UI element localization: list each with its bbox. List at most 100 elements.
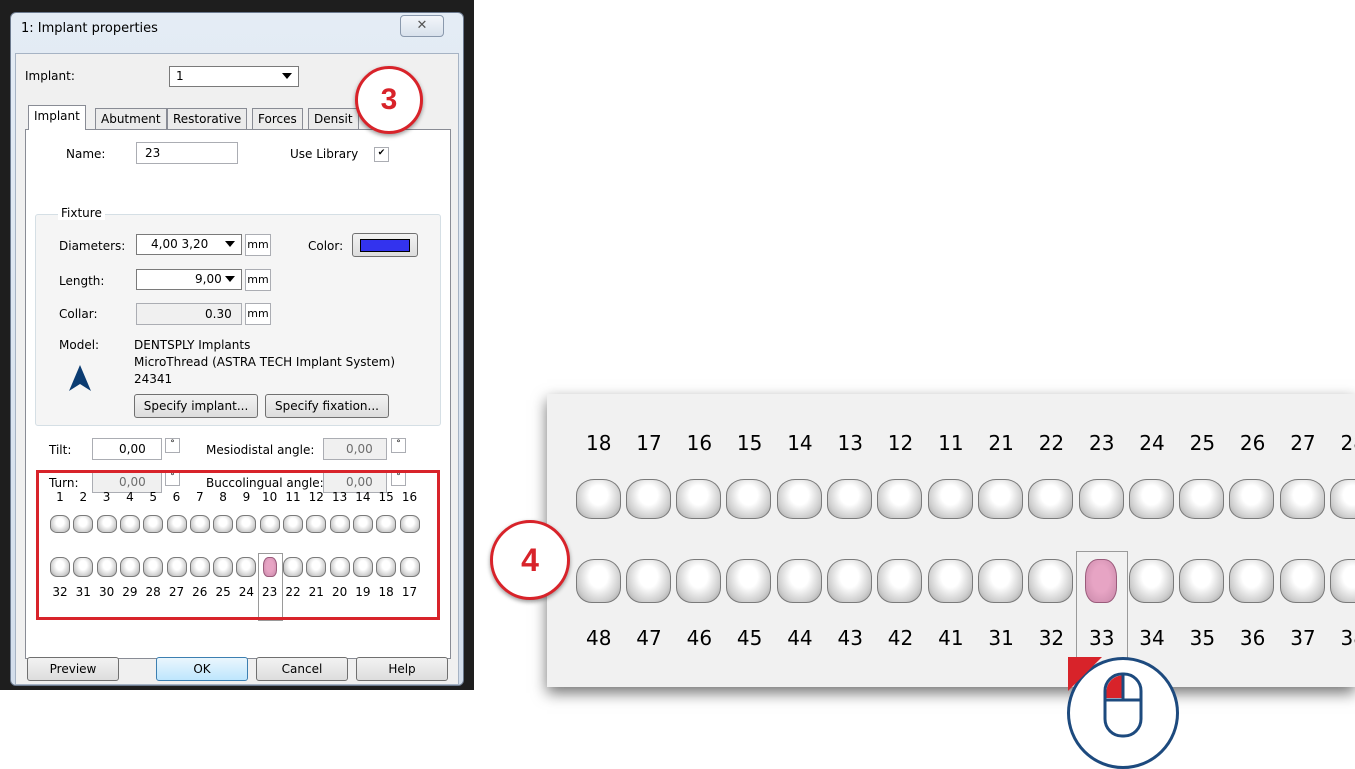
tooth-lower-43[interactable] [827,559,872,603]
specify-implant-button[interactable]: Specify implant... [134,394,258,418]
tooth-number: 27 [1290,431,1314,455]
close-button[interactable]: ✕ [400,15,444,37]
mesiodistal-value: 0,00 [346,442,373,456]
tooth-number: 46 [687,626,711,650]
tab-abutment[interactable]: Abutment [95,108,167,129]
tooth-number: 22 [1039,431,1063,455]
tooth-lower-47[interactable] [626,559,671,603]
tooth-lower-34[interactable] [1129,559,1174,603]
tooth-lower-32[interactable] [1028,559,1073,603]
tooth-lower-37[interactable] [1280,559,1325,603]
tooth-upper-13[interactable] [827,479,872,519]
tooth-number: 14 [787,431,811,455]
tooth-upper-17[interactable] [626,479,671,519]
tooth-lower-36[interactable] [1229,559,1274,603]
tilt-value: 0,00 [119,442,146,456]
tooth-lower-44[interactable] [777,559,822,603]
collar-unit: mm [245,303,271,325]
tooth-upper-24[interactable] [1129,479,1174,519]
tilt-input[interactable]: 0,00 [92,438,162,460]
dialog-title: 1: Implant properties [21,21,158,36]
tooth-number: 11 [938,431,962,455]
implant-select-value: 1 [176,69,184,83]
length-unit: mm [245,269,271,291]
model-code: 24341 [134,372,172,386]
collar-input: 0.30 [136,303,242,325]
tooth-upper-14[interactable] [777,479,822,519]
tooth-upper-11[interactable] [928,479,973,519]
name-input-value: 23 [145,146,160,160]
collar-value: 0.30 [205,307,232,321]
tooth-upper-18[interactable] [576,479,621,519]
implant-select[interactable]: 1 [169,66,299,87]
tooth-lower-38[interactable] [1330,559,1355,603]
tooth-number: 12 [888,431,912,455]
tooth-number: 44 [787,626,811,650]
tooth-upper-16[interactable] [676,479,721,519]
tooth-number: 13 [838,431,862,455]
use-library-label: Use Library [290,147,358,161]
tooth-number: 28 [1341,431,1355,455]
tooth-number: 15 [737,431,761,455]
ok-button[interactable]: OK [156,657,248,681]
specify-fixation-button[interactable]: Specify fixation... [265,394,389,418]
use-library-checkbox[interactable]: ✔ [374,147,389,162]
help-button[interactable]: Help [356,657,448,681]
tooth-upper-26[interactable] [1229,479,1274,519]
tooth-lower-45[interactable] [726,559,771,603]
tooth-upper-23[interactable] [1079,479,1124,519]
color-label: Color: [308,239,343,253]
tooth-upper-25[interactable] [1179,479,1224,519]
diameters-value: 4,00 3,20 [151,237,208,251]
diameters-unit: mm [245,234,271,256]
diameters-select[interactable]: 4,00 3,20 [136,234,242,255]
tooth-upper-21[interactable] [978,479,1023,519]
tooth-lower-41[interactable] [928,559,973,603]
model-system: MicroThread (ASTRA TECH Implant System) [134,355,395,369]
name-input[interactable]: 23 [136,142,238,164]
tooth-upper-12[interactable] [877,479,922,519]
tooth-number: 17 [636,431,660,455]
mesiodistal-label: Mesiodistal angle: [206,443,314,457]
tooth-number: 21 [988,431,1012,455]
chevron-down-icon [225,276,235,282]
length-select[interactable]: 9,00 [136,269,242,290]
mesiodistal-degree: ° [391,438,406,453]
name-label: Name: [66,147,105,161]
tooth-number: 23 [1089,431,1113,455]
tooth-upper-22[interactable] [1028,479,1073,519]
tab-density[interactable]: Densit [308,108,359,129]
color-picker-button[interactable] [352,233,418,257]
tooth-number: 34 [1139,626,1163,650]
chevron-down-icon [225,241,235,247]
close-icon: ✕ [417,18,428,33]
tab-restorative[interactable]: Restorative [167,108,247,129]
tab-implant[interactable]: Implant [28,105,86,130]
tooth-number: 24 [1139,431,1163,455]
tooth-chart-highlight-box [36,470,440,620]
dentsply-logo-icon [69,365,91,391]
tooth-lower-42[interactable] [877,559,922,603]
tooth-number: 45 [737,626,761,650]
length-value: 9,00 [195,272,222,286]
tooth-upper-27[interactable] [1280,479,1325,519]
tooth-lower-31[interactable] [978,559,1023,603]
tooth-number: 48 [586,626,610,650]
step-4-callout: 4 [490,520,570,600]
click-corner-marker-icon [1068,657,1102,691]
tooth-number: 35 [1190,626,1214,650]
tilt-label: Tilt: [49,443,71,457]
tab-forces[interactable]: Forces [252,108,303,129]
tooth-lower-46[interactable] [676,559,721,603]
tooth-upper-15[interactable] [726,479,771,519]
tooth-lower-48[interactable] [576,559,621,603]
tooth-upper-28[interactable] [1330,479,1355,519]
tooth-number: 36 [1240,626,1264,650]
tooth-number: 41 [938,626,962,650]
tooth-lower-35[interactable] [1179,559,1224,603]
length-label: Length: [59,274,104,288]
model-label: Model: [59,338,99,352]
preview-button[interactable]: Preview [27,657,119,681]
cancel-button[interactable]: Cancel [256,657,348,681]
chevron-down-icon [282,73,292,79]
